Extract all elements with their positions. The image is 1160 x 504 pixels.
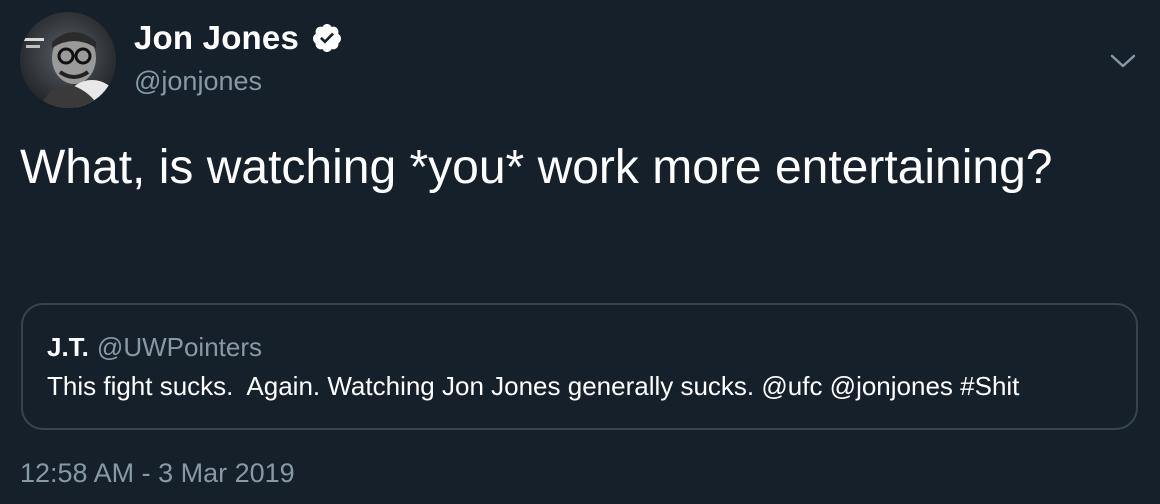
avatar[interactable] (20, 12, 116, 108)
tweet-card: Jon Jones @jonjones What, is watching *y… (0, 0, 1160, 504)
author-name-row: Jon Jones (134, 16, 343, 60)
quoted-tweet-text: This fight sucks. Again. Watching Jon Jo… (47, 371, 1020, 401)
verified-badge-icon (313, 24, 342, 52)
author-handle[interactable]: @jonjones (134, 66, 262, 97)
chevron-down-icon[interactable] (1108, 50, 1138, 72)
author-display-name[interactable]: Jon Jones (134, 19, 299, 57)
quoted-author-handle: @UWPointers (96, 332, 263, 362)
quoted-author-name: J.T. (47, 332, 89, 362)
tweet-text: What, is watching *you* work more entert… (20, 141, 1053, 194)
quoted-tweet-header: J.T. @UWPointers (47, 332, 262, 363)
quoted-tweet[interactable]: J.T. @UWPointers This fight sucks. Again.… (21, 303, 1138, 430)
profile-photo-icon (20, 12, 116, 108)
tweet-timestamp[interactable]: 12:58 AM - 3 Mar 2019 (20, 458, 295, 489)
